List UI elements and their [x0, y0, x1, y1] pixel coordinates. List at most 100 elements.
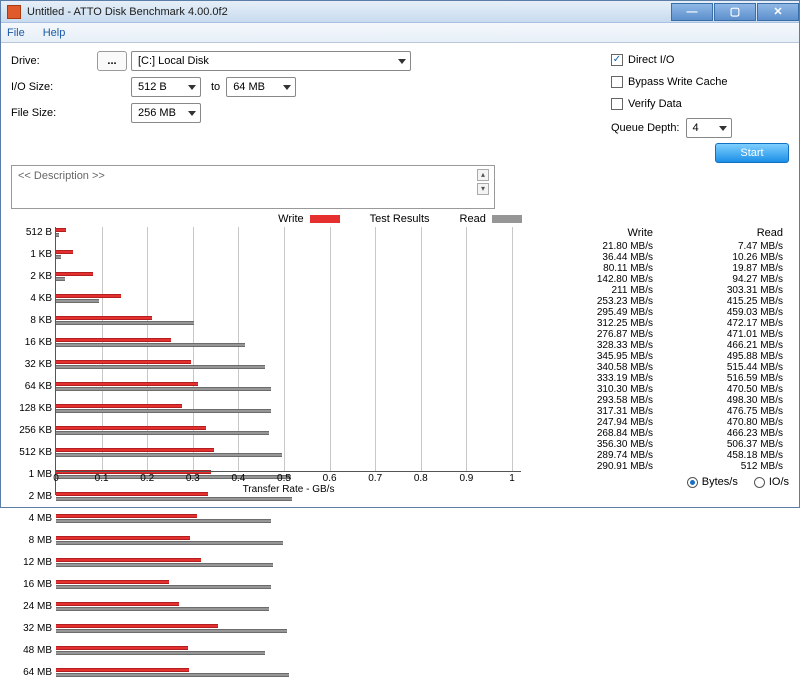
bar-read — [56, 629, 287, 633]
description-input[interactable]: << Description >> ▴ ▾ — [11, 165, 495, 209]
results-chart: 512 B1 KB2 KB4 KB8 KB16 KB32 KB64 KB128 … — [55, 227, 521, 495]
xtick: 1 — [509, 473, 515, 484]
bar-write — [56, 316, 152, 320]
chevron-down-icon — [283, 85, 291, 90]
bar-write — [56, 624, 218, 628]
xtick: 0.4 — [231, 473, 245, 484]
table-row: 253.23 MB/s415.25 MB/s — [529, 296, 789, 307]
cell-read: 10.26 MB/s — [659, 252, 789, 263]
bar-read — [56, 387, 271, 391]
cell-write: 290.91 MB/s — [529, 461, 659, 472]
iosize-to-select[interactable]: 64 MB — [226, 77, 296, 97]
iosize-from-select[interactable]: 512 B — [131, 77, 201, 97]
window-title: Untitled - ATTO Disk Benchmark 4.00.0f2 — [27, 6, 228, 18]
table-row: 345.95 MB/s495.88 MB/s — [529, 351, 789, 362]
unit-bytes-radio[interactable] — [687, 477, 698, 488]
bar-read — [56, 409, 271, 413]
cell-write: 247.94 MB/s — [529, 417, 659, 428]
chart-row-label: 2 KB — [11, 271, 52, 282]
chevron-down-icon — [188, 85, 196, 90]
table-row: 312.25 MB/s472.17 MB/s — [529, 318, 789, 329]
bar-read — [56, 343, 245, 347]
table-row: 142.80 MB/s94.27 MB/s — [529, 274, 789, 285]
cell-write: 142.80 MB/s — [529, 274, 659, 285]
verify-label: Verify Data — [628, 98, 682, 110]
cell-read: 458.18 MB/s — [659, 450, 789, 461]
chart-row-label: 8 KB — [11, 315, 52, 326]
cell-read: 94.27 MB/s — [659, 274, 789, 285]
minimize-button[interactable]: — — [671, 3, 713, 21]
queue-depth-select[interactable]: 4 — [686, 118, 732, 138]
results-table-header: Write Read — [529, 227, 789, 239]
chart-row-label: 512 KB — [11, 447, 52, 458]
start-button[interactable]: Start — [715, 143, 789, 163]
bar-write — [56, 272, 93, 276]
cell-read: 471.01 MB/s — [659, 329, 789, 340]
cell-read: 19.87 MB/s — [659, 263, 789, 274]
direct-io-label: Direct I/O — [628, 54, 674, 66]
cell-write: 276.87 MB/s — [529, 329, 659, 340]
chart-row-label: 128 KB — [11, 403, 52, 414]
scroll-up-icon[interactable]: ▴ — [477, 169, 489, 181]
chart-row-label: 48 MB — [11, 645, 52, 656]
menubar: File Help — [1, 23, 799, 43]
bar-write — [56, 646, 188, 650]
table-row: 80.11 MB/s19.87 MB/s — [529, 263, 789, 274]
chart-row-label: 12 MB — [11, 557, 52, 568]
table-row: 295.49 MB/s459.03 MB/s — [529, 307, 789, 318]
bar-write — [56, 426, 206, 430]
table-row: 211 MB/s303.31 MB/s — [529, 285, 789, 296]
bar-read — [56, 541, 283, 545]
col-write: Write — [529, 227, 659, 239]
bar-write — [56, 668, 189, 672]
bar-write — [56, 360, 191, 364]
chart-row-label: 512 B — [11, 227, 52, 238]
bar-write — [56, 382, 198, 386]
cell-read: 516.59 MB/s — [659, 373, 789, 384]
drive-browse-button[interactable]: ... — [97, 51, 127, 71]
xtick: 0.6 — [323, 473, 337, 484]
table-row: 289.74 MB/s458.18 MB/s — [529, 450, 789, 461]
bar-write — [56, 558, 201, 562]
cell-write: 345.95 MB/s — [529, 351, 659, 362]
chart-row-label: 32 MB — [11, 623, 52, 634]
drive-select[interactable]: [C:] Local Disk — [131, 51, 411, 71]
scroll-down-icon[interactable]: ▾ — [477, 183, 489, 195]
close-button[interactable]: ✕ — [757, 3, 799, 21]
iosize-to-value: 64 MB — [233, 81, 265, 93]
cell-write: 328.33 MB/s — [529, 340, 659, 351]
cell-write: 253.23 MB/s — [529, 296, 659, 307]
cell-read: 495.88 MB/s — [659, 351, 789, 362]
direct-io-checkbox[interactable] — [611, 54, 623, 66]
verify-checkbox[interactable] — [611, 98, 623, 110]
bar-read — [56, 585, 271, 589]
table-row: 36.44 MB/s10.26 MB/s — [529, 252, 789, 263]
cell-read: 470.80 MB/s — [659, 417, 789, 428]
bypass-checkbox[interactable] — [611, 76, 623, 88]
bar-write — [56, 338, 171, 342]
bar-write — [56, 404, 182, 408]
cell-write: 80.11 MB/s — [529, 263, 659, 274]
filesize-label: File Size: — [11, 107, 97, 119]
chart-row-label: 2 MB — [11, 491, 52, 502]
chevron-down-icon — [188, 111, 196, 116]
app-icon — [7, 5, 21, 19]
chart-row-label: 16 MB — [11, 579, 52, 590]
bar-write — [56, 536, 190, 540]
table-row: 21.80 MB/s7.47 MB/s — [529, 241, 789, 252]
maximize-button[interactable]: ▢ — [714, 3, 756, 21]
bar-read — [56, 497, 292, 501]
filesize-select[interactable]: 256 MB — [131, 103, 201, 123]
menu-help[interactable]: Help — [43, 27, 66, 39]
bar-read — [56, 255, 61, 259]
menu-file[interactable]: File — [7, 27, 25, 39]
cell-write: 268.84 MB/s — [529, 428, 659, 439]
iosize-from-value: 512 B — [138, 81, 167, 93]
table-row: 276.87 MB/s471.01 MB/s — [529, 329, 789, 340]
table-row: 247.94 MB/s470.80 MB/s — [529, 417, 789, 428]
bar-read — [56, 365, 265, 369]
unit-io-radio[interactable] — [754, 477, 765, 488]
bar-write — [56, 448, 214, 452]
xtick: 0.8 — [414, 473, 428, 484]
cell-read: 303.31 MB/s — [659, 285, 789, 296]
